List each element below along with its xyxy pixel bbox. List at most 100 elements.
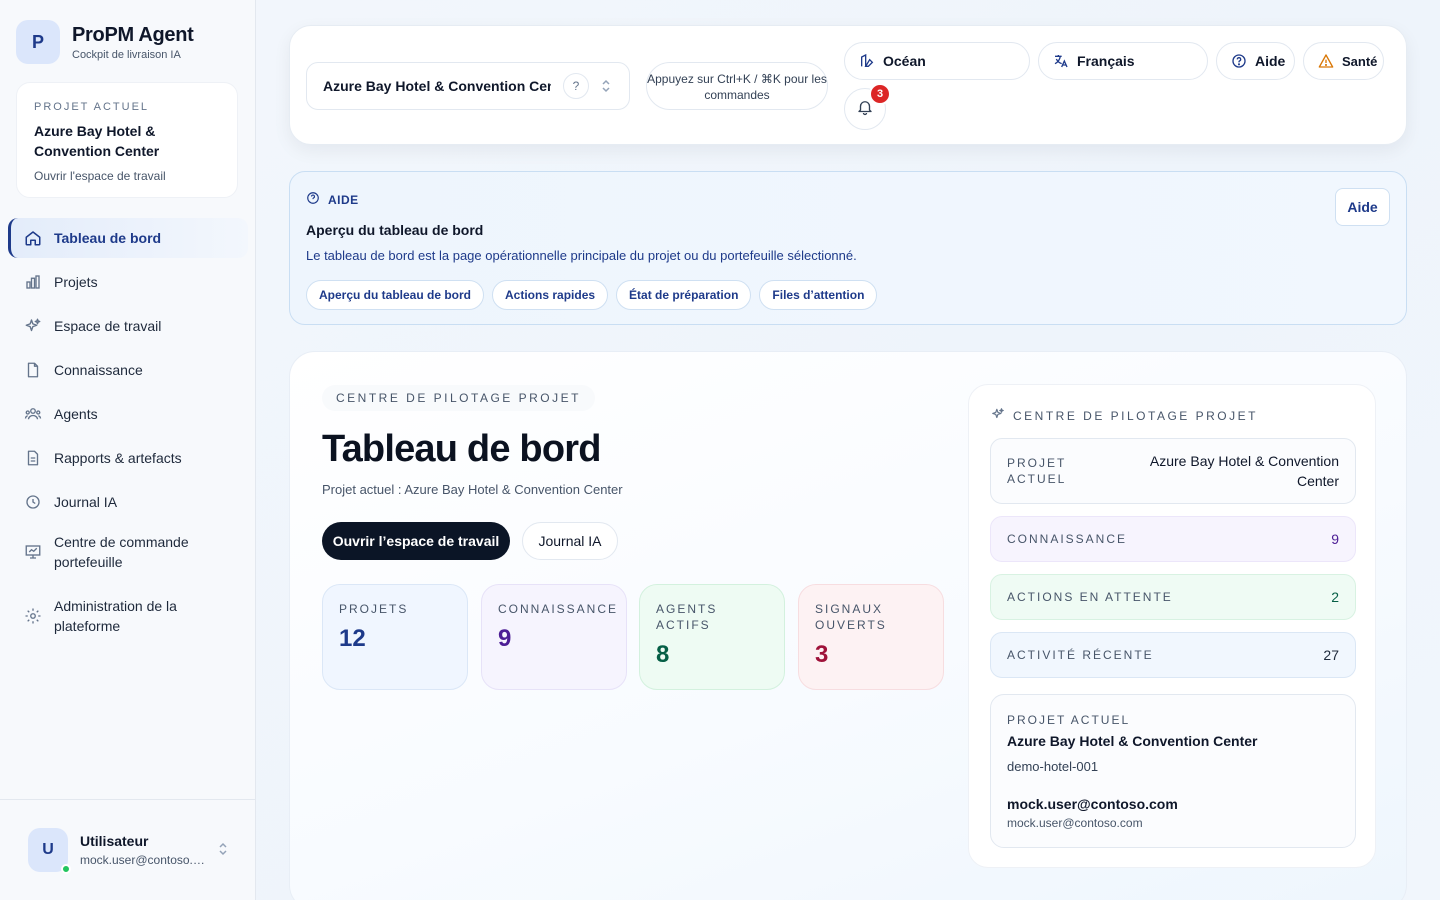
health-button[interactable]: Santé — [1303, 42, 1384, 80]
chevron-up-down-icon — [218, 842, 228, 859]
cockpit-eyebrow-label: CENTRE DE PILOTAGE PROJET — [1013, 408, 1258, 423]
help-description: Le tableau de bord est la page opération… — [306, 248, 857, 263]
sidebar-item-reports[interactable]: Rapports & artefacts — [8, 438, 248, 478]
notifications-button[interactable]: 3 — [844, 83, 891, 130]
sparkles-icon — [24, 317, 42, 335]
gear-icon — [24, 607, 42, 625]
current-project-card[interactable]: PROJET ACTUEL Azure Bay Hotel & Conventi… — [16, 82, 238, 198]
project-cockpit-card: CENTRE DE PILOTAGE PROJET PROJET ACTUEL … — [968, 384, 1376, 868]
sidebar-item-agents[interactable]: Agents — [8, 394, 248, 434]
sidebar-item-label: Espace de travail — [54, 318, 162, 334]
help-button[interactable]: Aide — [1216, 42, 1295, 80]
sparkles-icon — [991, 407, 1005, 424]
help-eyebrow: AIDE — [306, 191, 359, 208]
command-palette-hint[interactable]: Appuyez sur Ctrl+K / ⌘K pour les command… — [646, 62, 828, 110]
sidebar-item-label: Projets — [54, 274, 98, 290]
cockpit-pending-actions[interactable]: ACTIONS EN ATTENTE 2 — [990, 574, 1356, 620]
help-panel-button[interactable]: Aide — [1335, 188, 1390, 226]
help-eyebrow-label: AIDE — [328, 192, 359, 207]
online-status-dot — [61, 864, 71, 874]
help-chip-attention-queues[interactable]: Files d’attention — [759, 280, 878, 310]
stat-label: AGENTS ACTIFS — [656, 602, 718, 632]
sidebar-nav: Tableau de bord Projets Espace de travai… — [8, 218, 248, 654]
help-label: Aide — [1255, 53, 1286, 69]
avatar-initial: U — [42, 841, 54, 858]
cockpit-recent-activity[interactable]: ACTIVITÉ RÉCENTE 27 — [990, 632, 1356, 678]
cockpit-row-label: CONNAISSANCE — [1007, 532, 1128, 546]
brand-title: ProPM Agent — [72, 23, 194, 46]
dashboard-panel: CENTRE DE PILOTAGE PROJET Tableau de bor… — [289, 351, 1407, 900]
theme-label: Océan — [883, 53, 926, 69]
sidebar-item-workspace[interactable]: Espace de travail — [8, 306, 248, 346]
open-workspace-button[interactable]: Ouvrir l’espace de travail — [322, 522, 510, 560]
help-chip-readiness[interactable]: État de préparation — [616, 280, 752, 310]
info-project-name: Azure Bay Hotel & Convention Center — [1007, 733, 1258, 749]
home-icon — [24, 229, 42, 247]
help-chips: Aperçu du tableau de bord Actions rapide… — [306, 280, 885, 310]
stat-label: PROJETS — [339, 602, 409, 616]
cockpit-row-label: ACTIVITÉ RÉCENTE — [1007, 648, 1154, 662]
notifications-badge: 3 — [869, 83, 891, 105]
clock-icon — [24, 493, 42, 511]
page-subtitle: Projet actuel : Azure Bay Hotel & Conven… — [322, 482, 623, 497]
user-menu[interactable]: U Utilisateur mock.user@contoso.com — [0, 799, 256, 900]
question-icon[interactable]: ? — [563, 73, 589, 99]
presentation-chart-icon — [24, 543, 42, 561]
stat-card-knowledge[interactable]: CONNAISSANCE 9 — [481, 584, 627, 690]
sidebar-item-platform-admin[interactable]: Administration de la plateforme — [8, 590, 248, 642]
language-label: Français — [1077, 53, 1135, 69]
sidebar-item-label: Administration de la plateforme — [54, 598, 177, 634]
user-email: mock.user@contoso.com — [80, 853, 208, 867]
users-icon — [24, 405, 42, 423]
theme-select[interactable]: Océan — [844, 42, 1030, 80]
warning-icon — [1318, 53, 1334, 69]
language-select[interactable]: Français — [1038, 42, 1208, 80]
brand-logo: P — [16, 20, 60, 64]
sidebar-item-label: Centre de commande portefeuille — [54, 534, 189, 570]
cockpit-project-info: PROJET ACTUEL Azure Bay Hotel & Conventi… — [990, 694, 1356, 848]
stat-card-projects[interactable]: PROJETS 12 — [322, 584, 468, 690]
cockpit-eyebrow: CENTRE DE PILOTAGE PROJET — [991, 407, 1258, 424]
stat-label: CONNAISSANCE — [498, 602, 619, 616]
sidebar-item-label: Journal IA — [54, 494, 118, 510]
bar-chart-icon — [24, 273, 42, 291]
help-chip-overview[interactable]: Aperçu du tableau de bord — [306, 280, 485, 310]
document-icon — [24, 449, 42, 467]
sidebar-item-label: Rapports & artefacts — [54, 450, 182, 466]
dashboard-eyebrow: CENTRE DE PILOTAGE PROJET — [322, 385, 595, 411]
sidebar-item-projects[interactable]: Projets — [8, 262, 248, 302]
translate-icon — [1053, 53, 1069, 69]
user-name: Utilisateur — [80, 833, 149, 849]
info-label: PROJET ACTUEL — [1007, 713, 1131, 727]
cockpit-knowledge[interactable]: CONNAISSANCE 9 — [990, 516, 1356, 562]
chevron-up-down-icon — [601, 79, 611, 94]
cockpit-row-value: 9 — [1331, 531, 1339, 547]
project-select-value: Azure Bay Hotel & Convention Cent — [323, 78, 551, 94]
file-icon — [24, 361, 42, 379]
avatar: U — [28, 828, 71, 874]
brand[interactable]: P ProPM Agent Cockpit de livraison IA — [16, 20, 194, 64]
palette-icon — [859, 53, 875, 69]
stat-label: SIGNAUX OUVERTS — [815, 602, 887, 632]
help-chip-quick-actions[interactable]: Actions rapides — [492, 280, 609, 310]
open-workspace-link[interactable]: Ouvrir l'espace de travail — [34, 169, 220, 183]
info-user-name: mock.user@contoso.com — [1007, 796, 1178, 812]
info-user-email: mock.user@contoso.com — [1007, 816, 1143, 830]
cockpit-row-value: 2 — [1331, 589, 1339, 605]
sidebar-item-portfolio-command[interactable]: Centre de commande portefeuille — [8, 526, 248, 578]
stat-card-open-signals[interactable]: SIGNAUX OUVERTS 3 — [798, 584, 944, 690]
sidebar-item-ai-journal[interactable]: Journal IA — [8, 482, 248, 522]
sidebar-item-dashboard[interactable]: Tableau de bord — [8, 218, 248, 258]
stat-card-active-agents[interactable]: AGENTS ACTIFS 8 — [639, 584, 785, 690]
info-project-id: demo-hotel-001 — [1007, 759, 1099, 774]
help-circle-icon — [306, 191, 320, 208]
cockpit-row-label: PROJET ACTUEL — [1007, 456, 1067, 486]
sidebar-item-knowledge[interactable]: Connaissance — [8, 350, 248, 390]
help-circle-icon — [1231, 53, 1247, 69]
cockpit-row-value: Azure Bay Hotel & Convention Center — [1149, 453, 1339, 489]
sidebar-item-label: Connaissance — [54, 362, 143, 378]
page-title: Tableau de bord — [322, 428, 601, 470]
project-select[interactable]: Azure Bay Hotel & Convention Cent ? — [306, 62, 630, 110]
ai-journal-button[interactable]: Journal IA — [522, 522, 618, 560]
stat-value: 8 — [656, 641, 670, 668]
